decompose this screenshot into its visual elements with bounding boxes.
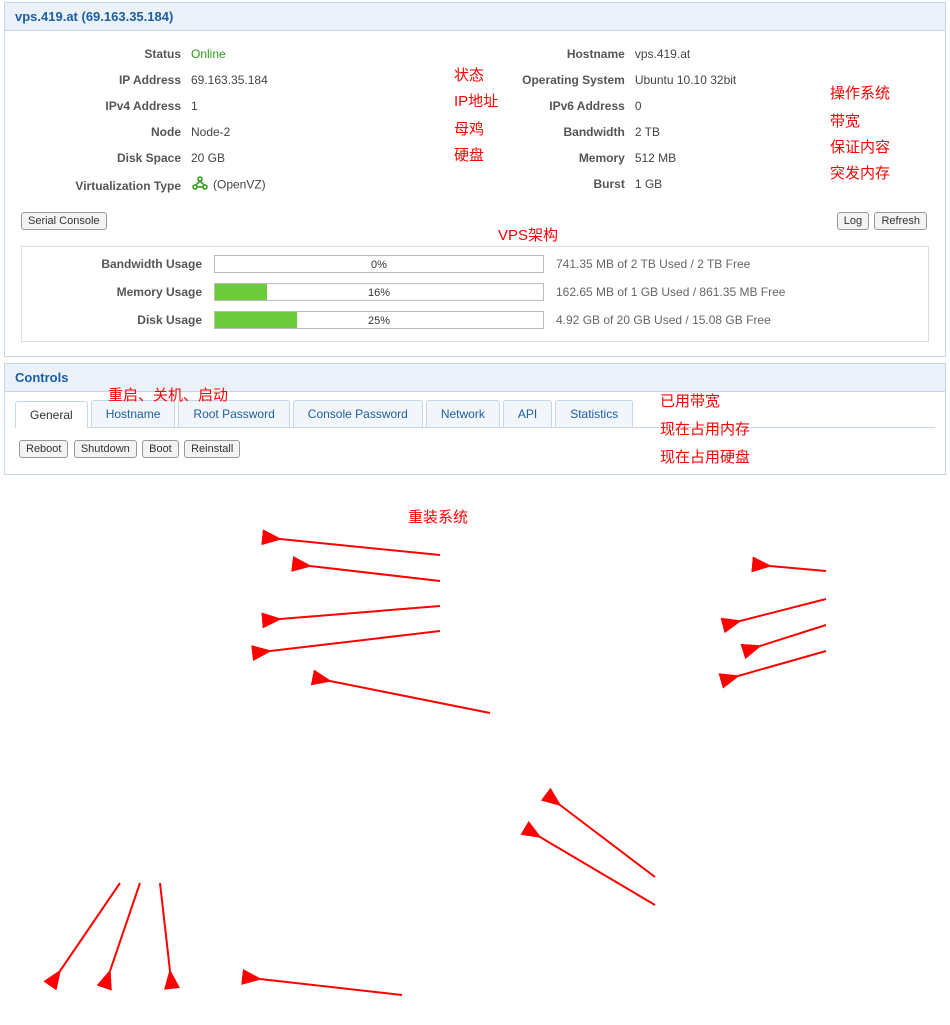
label-status: Status xyxy=(21,45,191,63)
value-disk: 20 GB xyxy=(191,149,225,167)
value-ipv6: 0 xyxy=(635,97,642,115)
tab-consolepw[interactable]: Console Password xyxy=(293,400,423,427)
panel-title: vps.419.at (69.163.35.184) xyxy=(5,3,945,31)
label-mem-usage: Memory Usage xyxy=(32,285,202,299)
value-node: Node-2 xyxy=(191,123,230,141)
shutdown-button[interactable]: Shutdown xyxy=(74,440,137,458)
value-virt: (OpenVZ) xyxy=(191,175,266,196)
value-status: Online xyxy=(191,45,226,63)
disk-usage-detail: 4.92 GB of 20 GB Used / 15.08 GB Free xyxy=(556,313,771,327)
label-disk-usage: Disk Usage xyxy=(32,313,202,327)
value-bw: 2 TB xyxy=(635,123,660,141)
label-disk: Disk Space xyxy=(21,149,191,167)
anno-reinstall: 重装系统 xyxy=(408,506,468,527)
mem-usage-detail: 162.65 MB of 1 GB Used / 861.35 MB Free xyxy=(556,285,785,299)
label-os: Operating System xyxy=(465,71,635,89)
tab-general[interactable]: General xyxy=(15,401,88,428)
vps-info-panel: vps.419.at (69.163.35.184) StatusOnline … xyxy=(4,2,946,357)
serial-console-button[interactable]: Serial Console xyxy=(21,212,107,230)
label-virt: Virtualization Type xyxy=(21,177,191,195)
label-mem: Memory xyxy=(465,149,635,167)
bw-usage-bar: 0% xyxy=(214,255,544,273)
usage-block: Bandwidth Usage 0% 741.35 MB of 2 TB Use… xyxy=(21,246,929,342)
value-burst: 1 GB xyxy=(635,175,662,193)
label-hostname: Hostname xyxy=(465,45,635,63)
annotation-arrows xyxy=(0,481,950,1025)
refresh-button[interactable]: Refresh xyxy=(874,212,927,230)
label-ip: IP Address xyxy=(21,71,191,89)
reinstall-button[interactable]: Reinstall xyxy=(184,440,240,458)
value-ipv4: 1 xyxy=(191,97,198,115)
openvz-icon xyxy=(191,175,209,196)
mem-usage-bar: 16% xyxy=(214,283,544,301)
label-ipv6: IPv6 Address xyxy=(465,97,635,115)
label-burst: Burst xyxy=(465,175,635,193)
tab-hostname[interactable]: Hostname xyxy=(91,400,176,427)
tab-stats[interactable]: Statistics xyxy=(555,400,633,427)
controls-panel: Controls General Hostname Root Password … xyxy=(4,363,946,475)
boot-button[interactable]: Boot xyxy=(142,440,179,458)
bw-usage-detail: 741.35 MB of 2 TB Used / 2 TB Free xyxy=(556,257,750,271)
log-button[interactable]: Log xyxy=(837,212,869,230)
label-bw-usage: Bandwidth Usage xyxy=(32,257,202,271)
tab-rootpw[interactable]: Root Password xyxy=(178,400,289,427)
value-hostname: vps.419.at xyxy=(635,45,690,63)
value-ip: 69.163.35.184 xyxy=(191,71,268,89)
tab-network[interactable]: Network xyxy=(426,400,500,427)
controls-title: Controls xyxy=(5,364,945,392)
value-os: Ubuntu 10.10 32bit xyxy=(635,71,736,89)
label-node: Node xyxy=(21,123,191,141)
tabs: General Hostname Root Password Console P… xyxy=(15,400,935,428)
tab-api[interactable]: API xyxy=(503,400,552,427)
label-ipv4: IPv4 Address xyxy=(21,97,191,115)
disk-usage-bar: 25% xyxy=(214,311,544,329)
label-bw: Bandwidth xyxy=(465,123,635,141)
reboot-button[interactable]: Reboot xyxy=(19,440,68,458)
value-mem: 512 MB xyxy=(635,149,676,167)
